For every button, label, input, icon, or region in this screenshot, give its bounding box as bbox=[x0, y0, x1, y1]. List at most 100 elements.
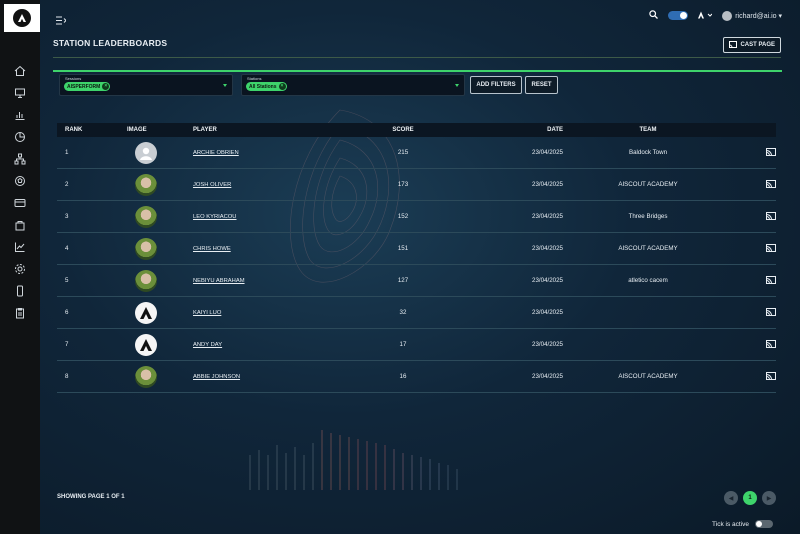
column-header-player[interactable]: PLAYER bbox=[193, 127, 343, 133]
next-page-button[interactable]: ▶ bbox=[762, 491, 776, 505]
remove-chip-icon[interactable]: × bbox=[278, 83, 286, 90]
decorative-bars bbox=[249, 430, 458, 490]
score-cell: 151 bbox=[397, 245, 409, 252]
phone-icon[interactable] bbox=[0, 280, 40, 302]
cast-icon[interactable] bbox=[766, 243, 776, 254]
cast-icon[interactable] bbox=[766, 275, 776, 286]
cast-icon[interactable] bbox=[766, 211, 776, 222]
line-chart-icon[interactable] bbox=[0, 236, 40, 258]
date-cell: 23/04/2025 bbox=[532, 149, 563, 156]
player-link[interactable]: ARCHIE OBRIEN bbox=[193, 150, 239, 156]
player-link[interactable]: ABBIE JOHNSON bbox=[193, 374, 240, 380]
chevron-down-icon bbox=[223, 84, 227, 87]
stations-label: Stations bbox=[247, 76, 262, 81]
table-row: 7 ANDY DAY 17 23/04/2025 bbox=[57, 329, 776, 361]
card-icon[interactable] bbox=[0, 192, 40, 214]
app-logo[interactable] bbox=[4, 4, 40, 32]
user-email: richard@ai.io bbox=[735, 12, 777, 20]
table-row: 5 NEBIYU ABRAHAM 127 23/04/2025 atletico cac… bbox=[57, 265, 776, 297]
monitor-icon[interactable] bbox=[0, 82, 40, 104]
add-filters-button[interactable]: ADD FILTERS bbox=[470, 76, 522, 94]
player-image bbox=[135, 205, 157, 228]
reset-button[interactable]: RESET bbox=[525, 76, 558, 94]
sessions-chip[interactable]: AISPERFORM × bbox=[64, 82, 111, 91]
score-cell: 16 bbox=[399, 373, 407, 380]
search-icon[interactable] bbox=[649, 10, 659, 21]
column-header-date[interactable]: DATE bbox=[463, 127, 563, 133]
clipboard-icon[interactable] bbox=[0, 302, 40, 324]
column-header-score[interactable]: SCORE bbox=[343, 127, 463, 133]
cast-icon[interactable] bbox=[766, 371, 776, 382]
player-image bbox=[135, 301, 157, 324]
remove-chip-icon[interactable]: × bbox=[102, 83, 110, 90]
cast-page-button[interactable]: CAST PAGE bbox=[723, 37, 781, 53]
player-link[interactable]: KAIYI LUO bbox=[193, 310, 221, 316]
bag-icon[interactable] bbox=[0, 214, 40, 236]
home-icon[interactable] bbox=[0, 60, 40, 82]
table-row: 2 JOSH OLIVER 173 23/04/2025 AISCOUT ACADEMY bbox=[57, 169, 776, 201]
team-cell: AISCOUT ACADEMY bbox=[618, 373, 678, 380]
user-menu[interactable]: richard@ai.io ▾ bbox=[722, 10, 782, 21]
rank-cell: 1 bbox=[65, 149, 69, 156]
player-link[interactable]: ANDY DAY bbox=[193, 342, 222, 348]
sidebar bbox=[0, 0, 40, 534]
table-row: 4 CHRIS HOWE 151 23/04/2025 AISCOUT ACADEMY bbox=[57, 233, 776, 265]
menu-toggle-icon[interactable] bbox=[56, 12, 67, 30]
date-cell: 23/04/2025 bbox=[532, 245, 563, 252]
main-content: richard@ai.io ▾ STATION LEADERBOARDS CAS… bbox=[40, 0, 800, 534]
score-cell: 32 bbox=[399, 309, 407, 316]
table-row: 1 ARCHIE OBRIEN 215 23/04/2025 Baldock Town bbox=[57, 137, 776, 169]
sessions-chip-label: AISPERFORM bbox=[67, 83, 101, 90]
score-cell: 173 bbox=[397, 181, 409, 188]
bar-chart-icon[interactable] bbox=[0, 104, 40, 126]
table-row: 3 LEO KYRIACOU 152 23/04/2025 Three Bridges bbox=[57, 201, 776, 233]
settings-icon[interactable] bbox=[0, 258, 40, 280]
rank-cell: 7 bbox=[65, 341, 69, 348]
tick-toggle[interactable] bbox=[755, 520, 773, 528]
sessions-label: Sessions bbox=[65, 76, 82, 81]
team-cell: atletico cacem bbox=[628, 277, 668, 284]
cast-icon[interactable] bbox=[766, 339, 776, 350]
rank-cell: 8 bbox=[65, 373, 69, 380]
page-title: STATION LEADERBOARDS bbox=[53, 38, 168, 48]
brand-switcher[interactable] bbox=[698, 11, 713, 21]
player-link[interactable]: LEO KYRIACOU bbox=[193, 214, 237, 220]
cast-icon[interactable] bbox=[766, 147, 776, 158]
stations-select[interactable]: Stations All Stations × bbox=[241, 74, 465, 96]
theme-toggle[interactable] bbox=[668, 11, 689, 20]
hierarchy-icon[interactable] bbox=[0, 148, 40, 170]
divider bbox=[53, 57, 781, 58]
rank-cell: 2 bbox=[65, 181, 69, 188]
team-cell: AISCOUT ACADEMY bbox=[618, 245, 678, 252]
column-header-rank[interactable]: RANK bbox=[57, 127, 127, 133]
column-header-team[interactable]: TEAM bbox=[563, 127, 733, 133]
top-bar: richard@ai.io ▾ bbox=[40, 0, 800, 34]
sessions-select[interactable]: Sessions AISPERFORM × bbox=[59, 74, 233, 96]
date-cell: 23/04/2025 bbox=[532, 277, 563, 284]
chevron-down-icon: ▾ bbox=[778, 12, 782, 20]
player-link[interactable]: CHRIS HOWE bbox=[193, 246, 231, 252]
current-page-button[interactable]: 1 bbox=[743, 491, 757, 505]
cast-icon[interactable] bbox=[766, 179, 776, 190]
column-header-image: IMAGE bbox=[127, 127, 147, 133]
rank-cell: 6 bbox=[65, 309, 69, 316]
ball-icon[interactable] bbox=[0, 170, 40, 192]
stations-chip[interactable]: All Stations × bbox=[246, 82, 287, 91]
score-cell: 215 bbox=[397, 149, 409, 156]
score-cell: 127 bbox=[397, 277, 409, 284]
cast-icon[interactable] bbox=[766, 307, 776, 318]
user-avatar bbox=[722, 10, 733, 21]
previous-page-button[interactable]: ◀ bbox=[724, 491, 738, 505]
table-row: 6 KAIYI LUO 32 23/04/2025 bbox=[57, 297, 776, 329]
date-cell: 23/04/2025 bbox=[532, 309, 563, 316]
team-cell: AISCOUT ACADEMY bbox=[618, 181, 678, 188]
rank-cell: 5 bbox=[65, 277, 69, 284]
player-link[interactable]: JOSH OLIVER bbox=[193, 182, 231, 188]
date-cell: 23/04/2025 bbox=[532, 213, 563, 220]
player-image bbox=[135, 237, 157, 260]
leaderboard-table: RANK IMAGE PLAYER SCORE DATE TEAM 1 ARCHI… bbox=[57, 123, 776, 393]
player-link[interactable]: NEBIYU ABRAHAM bbox=[193, 278, 245, 284]
pie-chart-icon[interactable] bbox=[0, 126, 40, 148]
score-cell: 152 bbox=[397, 213, 409, 220]
toggle-knob bbox=[756, 521, 762, 527]
